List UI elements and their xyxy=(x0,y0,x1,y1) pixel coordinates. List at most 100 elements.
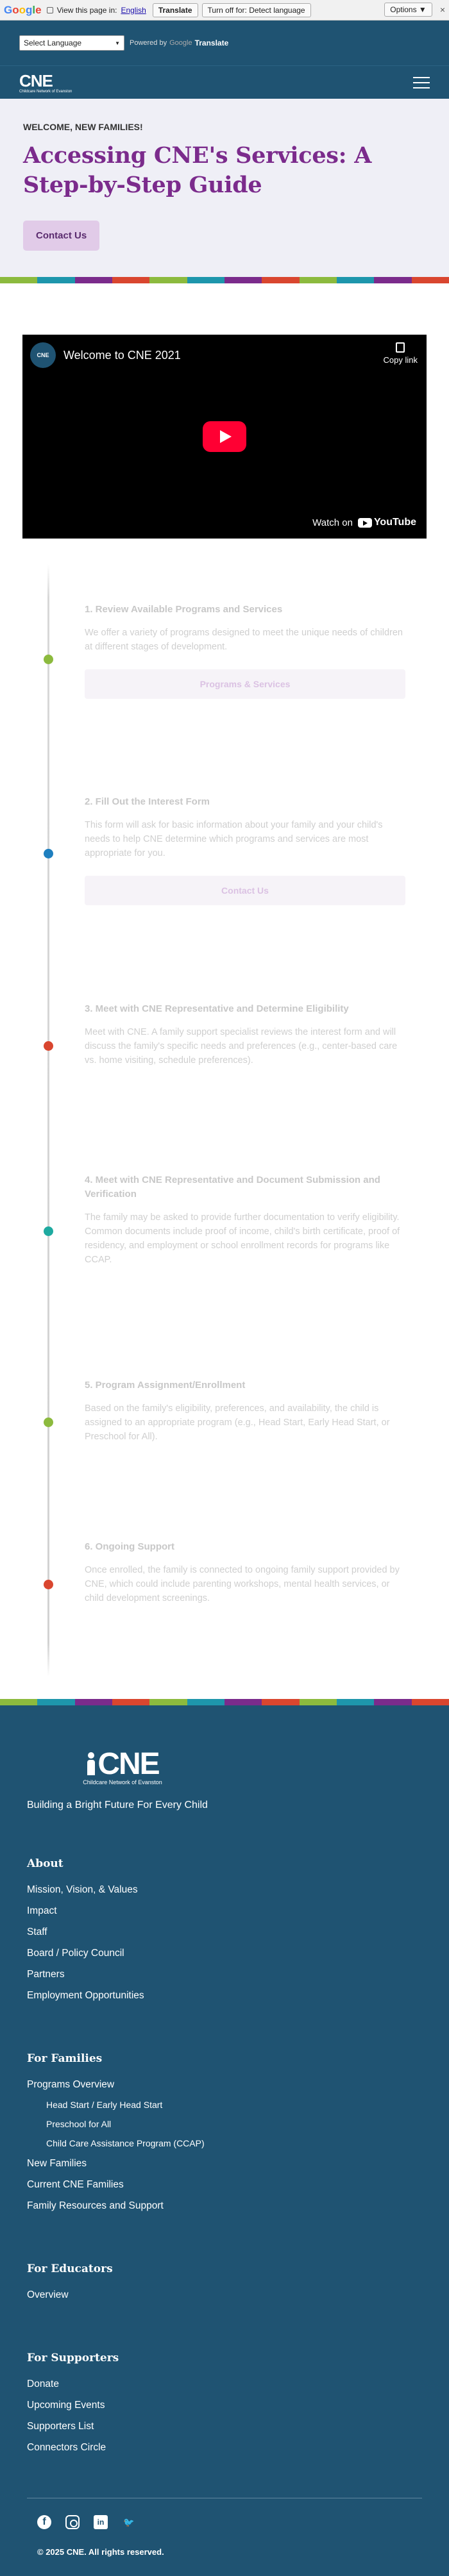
footer-link[interactable]: Mission, Vision, & Values xyxy=(27,1879,422,1900)
stripe-segment xyxy=(224,277,262,283)
color-stripe xyxy=(0,1699,449,1705)
translate-options-button[interactable]: Options ▼ xyxy=(384,3,432,17)
footer-heading-supporters: For Supporters xyxy=(27,2352,119,2364)
stripe-segment xyxy=(411,277,449,283)
twitter-icon[interactable]: 🐦 xyxy=(122,2515,136,2529)
footer-logo[interactable]: CNE Childcare Network of Evanston xyxy=(68,1746,177,1786)
step-dot xyxy=(44,1226,53,1236)
cne-logo[interactable]: CNE Childcare Network of Evanston xyxy=(19,71,72,94)
footer-link[interactable]: Programs Overview xyxy=(27,2074,422,2095)
watch-on-label: Watch on xyxy=(312,517,353,528)
stripe-segment xyxy=(411,1699,449,1705)
video-title[interactable]: Welcome to CNE 2021 xyxy=(64,349,181,362)
footer-tagline: Building a Bright Future For Every Child xyxy=(27,1800,208,1811)
stripe-segment xyxy=(336,1699,375,1705)
stripe-segment xyxy=(374,277,412,283)
hamburger-icon[interactable] xyxy=(413,76,430,88)
footer-link[interactable]: Partners xyxy=(27,1964,422,1985)
video-embed[interactable]: CNE Welcome to CNE 2021 Copy link Watch … xyxy=(22,335,427,539)
language-select-label: Select Language xyxy=(24,38,82,47)
site-header: CNE Childcare Network of Evanston xyxy=(0,65,449,99)
step-6: 6. Ongoing Support Once enrolled, the fa… xyxy=(85,1540,405,1605)
close-icon[interactable]: × xyxy=(440,4,445,15)
youtube-icon xyxy=(357,517,372,528)
step-body: This form will ask for basic information… xyxy=(85,820,383,858)
google-label: Google xyxy=(169,39,192,47)
stripe-segment xyxy=(74,277,112,283)
footer-supporters-list: Donate Upcoming Events Supporters List Conn… xyxy=(27,2373,422,2458)
footer-sub-link[interactable]: Head Start / Early Head Start xyxy=(27,2095,422,2114)
footer-link[interactable]: Donate xyxy=(27,2373,422,2395)
language-row: Select Language ▼ Powered by Google Tran… xyxy=(0,21,449,65)
contact-us-step-button[interactable]: Contact Us xyxy=(85,876,405,905)
step-title: 3. Meet with CNE Representative and Dete… xyxy=(85,1003,349,1014)
translate-prompt: View this page in: xyxy=(56,5,117,15)
footer-link[interactable]: Family Resources and Support xyxy=(27,2195,422,2216)
footer-link[interactable]: Connectors Circle xyxy=(27,2437,422,2458)
step-title: 4. Meet with CNE Representative and Docu… xyxy=(85,1175,380,1200)
logo-text: CNE xyxy=(19,71,53,90)
stripe-segment xyxy=(299,277,337,283)
footer-heading-families: For Families xyxy=(27,2052,103,2065)
step-dot xyxy=(44,1418,53,1427)
footer-logo-subtitle: Childcare Network of Evanston xyxy=(83,1779,162,1786)
channel-avatar[interactable]: CNE xyxy=(30,342,56,368)
footer-link[interactable]: Board / Policy Council xyxy=(27,1943,422,1964)
step-body: Meet with CNE. A family support speciali… xyxy=(85,1027,398,1066)
footer-link[interactable]: Supporters List xyxy=(27,2416,422,2437)
footer-link[interactable]: Employment Opportunities xyxy=(27,1985,422,2006)
footer-link[interactable]: Upcoming Events xyxy=(27,2395,422,2416)
footer-educators-list: Overview xyxy=(27,2284,422,2305)
timeline-line xyxy=(47,564,49,1677)
stripe-segment xyxy=(0,277,38,283)
watch-on-youtube[interactable]: Watch on YouTube xyxy=(312,517,416,528)
stripe-segment xyxy=(374,1699,412,1705)
lock-icon xyxy=(46,6,53,13)
stripe-segment xyxy=(0,1699,38,1705)
steps-timeline: 1. Review Available Programs and Service… xyxy=(0,564,449,1677)
stripe-segment xyxy=(224,1699,262,1705)
footer-sub-link[interactable]: Child Care Assistance Program (CCAP) xyxy=(27,2134,422,2153)
hero-welcome: WELCOME, NEW FAMILIES! xyxy=(23,122,143,132)
color-stripe xyxy=(0,277,449,283)
stripe-segment xyxy=(112,277,150,283)
linkedin-icon[interactable]: in xyxy=(94,2515,108,2529)
translate-label: Translate xyxy=(194,38,229,47)
stripe-segment xyxy=(336,277,375,283)
step-body: We offer a variety of programs designed … xyxy=(85,628,403,652)
social-links: f in 🐦 xyxy=(27,2515,422,2529)
step-4: 4. Meet with CNE Representative and Docu… xyxy=(85,1173,405,1267)
powered-by-label: Powered by xyxy=(130,39,167,47)
powered-by-google: Powered by Google Translate xyxy=(130,38,228,47)
step-1: 1. Review Available Programs and Service… xyxy=(85,603,405,699)
stripe-segment xyxy=(299,1699,337,1705)
language-select[interactable]: Select Language ▼ xyxy=(19,35,124,51)
footer-link[interactable]: New Families xyxy=(27,2153,422,2174)
stripe-segment xyxy=(262,1699,300,1705)
programs-services-button[interactable]: Programs & Services xyxy=(85,669,405,699)
stripe-segment xyxy=(37,277,75,283)
contact-us-button[interactable]: Contact Us xyxy=(23,221,100,251)
stripe-segment xyxy=(149,277,187,283)
youtube-label: YouTube xyxy=(373,517,416,528)
translate-button[interactable]: Translate xyxy=(152,3,198,17)
footer-link[interactable]: Overview xyxy=(27,2284,422,2305)
footer-sub-link[interactable]: Preschool for All xyxy=(27,2114,422,2134)
translate-language-link[interactable]: English xyxy=(121,6,146,15)
instagram-icon[interactable] xyxy=(65,2515,80,2529)
copy-link-button[interactable]: Copy link xyxy=(384,342,418,365)
footer-link[interactable]: Impact xyxy=(27,1900,422,1921)
step-dot xyxy=(44,1041,53,1051)
page-title: Accessing CNE's Services: A Step-by-Step… xyxy=(23,142,372,198)
stripe-segment xyxy=(112,1699,150,1705)
step-5: 5. Program Assignment/Enrollment Based o… xyxy=(85,1378,405,1444)
footer-logo-text: CNE xyxy=(97,1747,160,1781)
footer-link[interactable]: Staff xyxy=(27,1921,422,1943)
stripe-segment xyxy=(37,1699,75,1705)
google-logo: Google xyxy=(4,3,42,16)
turn-off-translate-button[interactable]: Turn off for: Detect language xyxy=(201,3,311,17)
facebook-icon[interactable]: f xyxy=(37,2515,51,2529)
footer-heading-about: About xyxy=(27,1857,64,1870)
play-icon[interactable] xyxy=(203,421,246,452)
footer-link[interactable]: Current CNE Families xyxy=(27,2174,422,2195)
